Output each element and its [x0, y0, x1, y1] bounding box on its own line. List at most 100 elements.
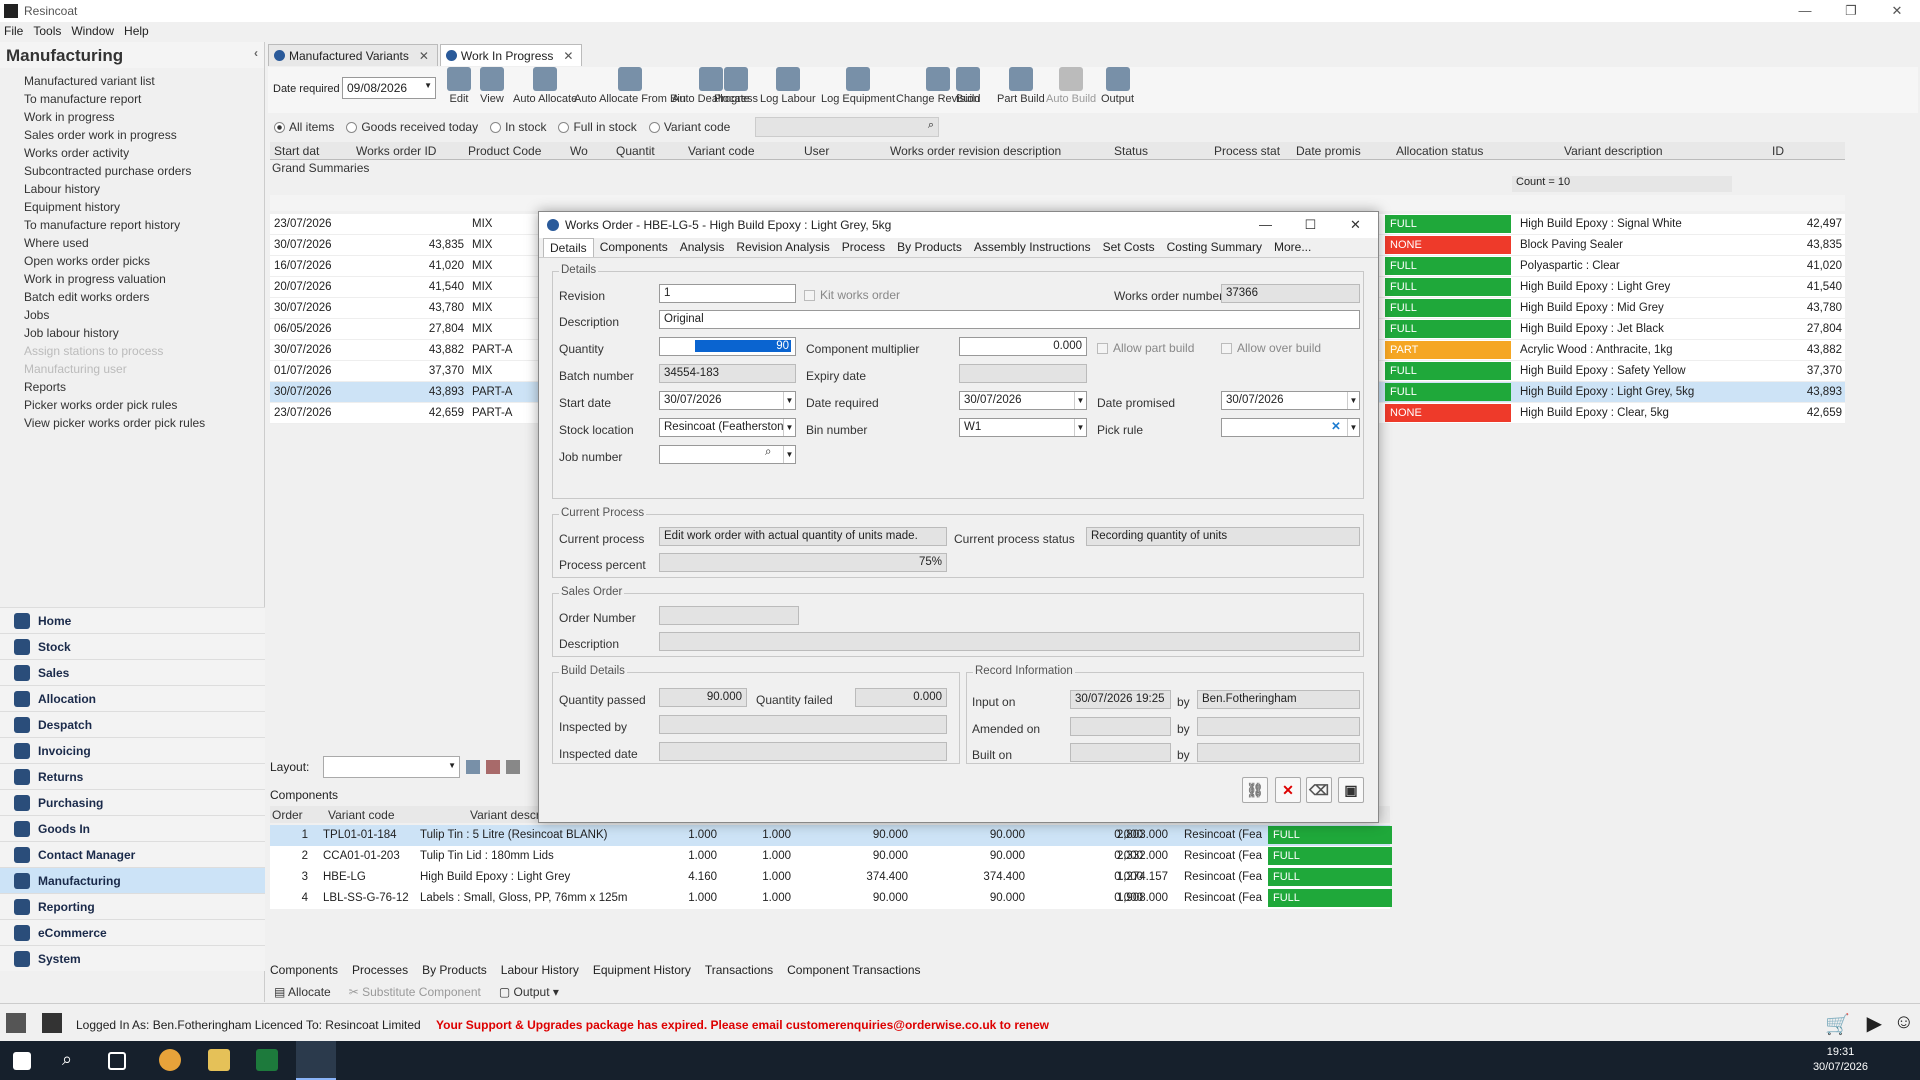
bottom-tab-equipment-history[interactable]: Equipment History — [593, 963, 691, 977]
dialog-tab-more-[interactable]: More... — [1268, 238, 1317, 257]
revision-field[interactable]: 1 — [659, 284, 796, 303]
restore-icon[interactable]: ❐ — [1828, 3, 1874, 19]
grid-column-header[interactable]: Date promis — [1296, 144, 1361, 158]
left-nav-link[interactable]: Picker works order pick rules — [24, 396, 264, 414]
tab-manufactured-variants[interactable]: Manufactured Variants ✕ — [268, 44, 438, 66]
menu-help[interactable]: Help — [124, 24, 149, 42]
menu-file[interactable]: File — [4, 24, 23, 42]
date-required-input[interactable]: 09/08/2026 ▼ — [342, 77, 436, 99]
start-date-field[interactable]: 30/07/2026 ▼ — [659, 391, 796, 410]
task-view-icon[interactable] — [108, 1052, 126, 1070]
dropdown-icon[interactable]: ▼ — [783, 446, 795, 463]
module-system[interactable]: System — [0, 945, 265, 971]
dropdown-icon[interactable]: ▼ — [783, 419, 795, 436]
radio-icon[interactable] — [648, 121, 660, 133]
module-sales[interactable]: Sales — [0, 659, 265, 685]
left-nav-link[interactable]: Where used — [24, 234, 264, 252]
bottom-tab-components[interactable]: Components — [270, 963, 338, 977]
substitute-component-button[interactable]: ✂ Substitute Component — [349, 985, 481, 999]
radio-icon[interactable] — [490, 121, 502, 133]
save-button[interactable]: ▣ — [1338, 777, 1364, 803]
dropdown-icon[interactable]: ▼ — [424, 81, 432, 90]
left-nav-link[interactable]: View picker works order pick rules — [24, 414, 264, 432]
dropdown-icon[interactable]: ▼ — [1074, 419, 1086, 436]
quantity-field[interactable]: 90 — [659, 337, 796, 356]
toolbar-log-equipment-button[interactable]: Log Equipment — [821, 67, 895, 105]
filter-goods-received-today[interactable]: Goods received today — [346, 120, 478, 134]
module-returns[interactable]: Returns — [0, 763, 265, 789]
resincoat-task-icon[interactable] — [296, 1041, 336, 1080]
left-nav-link[interactable]: Reports — [24, 378, 264, 396]
search-icon[interactable]: ⌕ — [765, 446, 781, 459]
filter-in-stock[interactable]: In stock — [490, 120, 546, 134]
chrome-icon[interactable] — [159, 1049, 181, 1071]
filter-variant-code[interactable]: Variant code — [648, 120, 730, 134]
toolbar-part-build-button[interactable]: Part Build — [997, 67, 1045, 105]
pick-rule-field[interactable]: ✕ ▼ — [1221, 418, 1360, 437]
bin-number-field[interactable]: W1 ▼ — [959, 418, 1087, 437]
grid-column-header[interactable]: Wo — [570, 144, 588, 158]
play-icon[interactable]: ▶ — [1867, 1011, 1882, 1036]
delete-button[interactable]: ⌫ — [1306, 777, 1332, 803]
dialog-tab-assembly-instructions[interactable]: Assembly Instructions — [968, 238, 1097, 257]
dialog-tab-costing-summary[interactable]: Costing Summary — [1161, 238, 1268, 257]
job-number-field[interactable]: ⌕ ▼ — [659, 445, 796, 464]
bottom-tab-processes[interactable]: Processes — [352, 963, 408, 977]
grid-column-header[interactable]: Status — [1114, 144, 1148, 158]
unlink-button[interactable]: ⛓ — [1242, 777, 1268, 803]
dialog-tab-revision-analysis[interactable]: Revision Analysis — [730, 238, 835, 257]
left-nav-link[interactable]: Assign stations to process — [24, 342, 264, 360]
dialog-tab-components[interactable]: Components — [594, 238, 674, 257]
left-nav-link[interactable]: Sales order work in progress — [24, 126, 264, 144]
variant-code-search-input[interactable]: ⌕ — [755, 117, 939, 137]
menu-window[interactable]: Window — [71, 24, 114, 42]
toolbar-auto-build-button[interactable]: Auto Build — [1046, 67, 1096, 105]
toolbar-progress-button[interactable]: Progress — [714, 67, 758, 105]
grid-filter-row[interactable] — [270, 195, 1845, 211]
radio-icon[interactable] — [274, 121, 285, 133]
component-multiplier-field[interactable]: 0.000 — [959, 337, 1087, 356]
grid-column-header[interactable]: Quantit — [616, 144, 655, 158]
toolbar-auto-allocate-from-bin-button[interactable]: Auto Allocate From Bin — [574, 67, 686, 105]
status-user-icon[interactable] — [6, 1013, 26, 1033]
cart-icon[interactable]: 🛒 — [1825, 1012, 1850, 1037]
toolbar-view-button[interactable]: View — [480, 67, 504, 105]
toolbar-edit-button[interactable]: Edit — [447, 67, 471, 105]
menu-tools[interactable]: Tools — [33, 24, 61, 42]
tab-work-in-progress[interactable]: Work In Progress ✕ — [439, 44, 583, 66]
system-clock[interactable]: 19:31 30/07/2026 — [1813, 1045, 1868, 1075]
module-purchasing[interactable]: Purchasing — [0, 789, 265, 815]
dialog-tab-set-costs[interactable]: Set Costs — [1097, 238, 1161, 257]
component-row[interactable]: 4 LBL-SS-G-76-12 Labels : Small, Gloss, PP… — [270, 888, 1392, 909]
output-button[interactable]: ▢ Output ▾ — [499, 985, 559, 999]
grid-column-header[interactable]: Variant code — [688, 144, 755, 158]
grid-column-header[interactable]: Allocation status — [1396, 144, 1483, 158]
tab-close-icon[interactable]: ✕ — [563, 49, 573, 63]
left-nav-link[interactable]: Labour history — [24, 180, 264, 198]
component-row[interactable]: 1 TPL01-01-184 Tulip Tin : 5 Litre (Resinc… — [270, 825, 1392, 846]
left-nav-link[interactable]: Manufacturing user — [24, 360, 264, 378]
excel-icon[interactable] — [256, 1049, 278, 1071]
component-row[interactable]: 3 HBE-LG High Build Epoxy : Light Grey 4.16… — [270, 867, 1392, 888]
dialog-minimize-icon[interactable]: — — [1243, 217, 1288, 233]
module-manufacturing[interactable]: Manufacturing — [0, 867, 265, 893]
date-required-field[interactable]: 30/07/2026 ▼ — [959, 391, 1087, 410]
grid-column-header[interactable]: Start dat — [274, 144, 319, 158]
dropdown-icon[interactable]: ▼ — [1074, 392, 1086, 409]
grid-column-header[interactable]: Variant description — [1564, 144, 1663, 158]
component-row[interactable]: 2 CCA01-01-203 Tulip Tin Lid : 180mm Lids 1… — [270, 846, 1392, 867]
search-icon[interactable]: ⌕ — [928, 119, 934, 132]
toolbar-log-labour-button[interactable]: Log Labour — [760, 67, 816, 105]
user-icon[interactable]: ☺ — [1894, 1011, 1914, 1034]
bottom-tab-by-products[interactable]: By Products — [422, 963, 487, 977]
windows-start-icon[interactable] — [13, 1052, 31, 1070]
cancel-button[interactable]: ✕ — [1275, 777, 1301, 803]
module-contact-manager[interactable]: Contact Manager — [0, 841, 265, 867]
left-nav-link[interactable]: Manufactured variant list — [24, 72, 264, 90]
grid-column-header[interactable]: Works order revision description — [890, 144, 1061, 158]
module-stock[interactable]: Stock — [0, 633, 265, 659]
search-icon[interactable]: ⌕ — [62, 1049, 84, 1071]
dropdown-icon[interactable]: ▼ — [448, 761, 456, 770]
dialog-maximize-icon[interactable]: ☐ — [1288, 217, 1333, 233]
left-nav-link[interactable]: Work in progress — [24, 108, 264, 126]
